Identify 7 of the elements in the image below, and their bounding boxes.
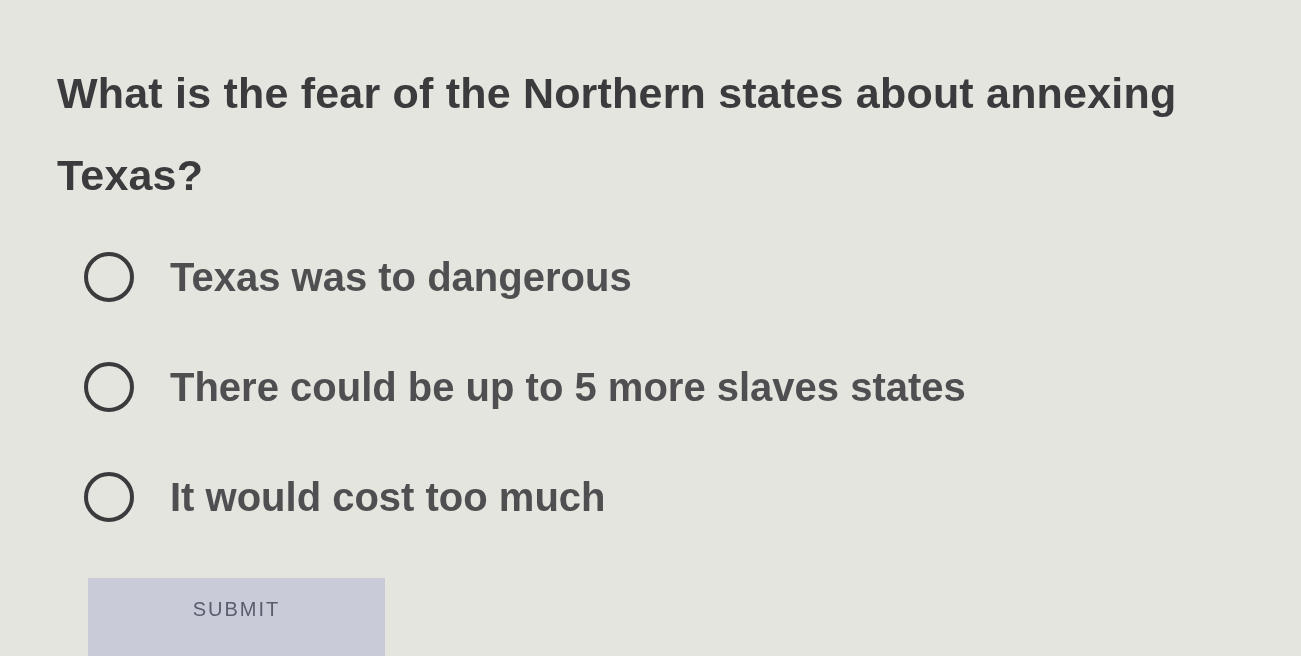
radio-button[interactable] xyxy=(84,472,134,522)
radio-button[interactable] xyxy=(84,362,134,412)
option-label[interactable]: Texas was to dangerous xyxy=(170,254,632,300)
question-text: What is the fear of the Northern states about annexing Texas? xyxy=(57,68,1178,201)
option-label[interactable]: It would cost too much xyxy=(170,474,606,520)
option-label[interactable]: There could be up to 5 more slaves states xyxy=(170,364,966,410)
radio-button[interactable] xyxy=(84,252,134,302)
